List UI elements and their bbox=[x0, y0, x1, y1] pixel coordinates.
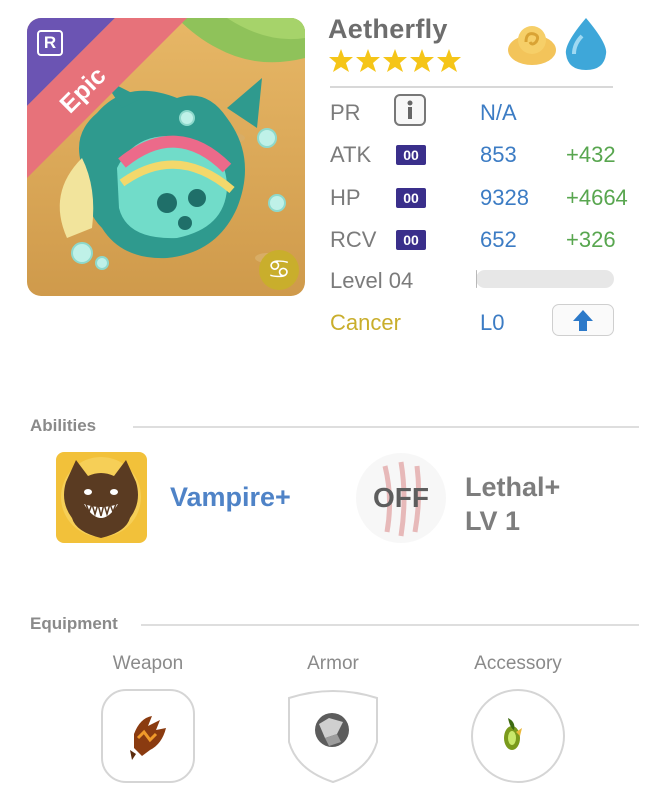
hp-base-value: 9328 bbox=[480, 185, 529, 210]
ability-level-line: LV 1 bbox=[465, 506, 521, 536]
hp-bonus-value: +4664 bbox=[566, 185, 628, 210]
water-element-icon bbox=[565, 18, 607, 70]
atk-bonus-value: +432 bbox=[566, 142, 616, 167]
equipment-title: Equipment bbox=[30, 614, 118, 633]
character-portrait[interactable]: R Epic ♋ bbox=[27, 18, 305, 296]
accessory-label: Accessory bbox=[474, 653, 562, 674]
rarity-badge: R bbox=[37, 30, 63, 56]
steel-orb-icon bbox=[315, 713, 349, 747]
info-icon[interactable] bbox=[394, 94, 426, 126]
pr-value: N/A bbox=[480, 100, 517, 125]
weapon-slot[interactable] bbox=[100, 688, 196, 784]
hp-plus-badge: 00 bbox=[396, 188, 426, 208]
rcv-base-value: 652 bbox=[480, 227, 517, 252]
weapon-label: Weapon bbox=[112, 653, 184, 674]
accessory-slot[interactable] bbox=[470, 688, 566, 784]
star-icon bbox=[410, 49, 434, 72]
arrow-up-icon bbox=[573, 310, 593, 331]
header-divider bbox=[330, 86, 613, 88]
skill-level-value: L0 bbox=[480, 310, 505, 335]
ability-name-lethal: Lethal+ LV 1 bbox=[465, 470, 560, 538]
cloud-element-icon bbox=[508, 26, 556, 65]
star-icon bbox=[437, 49, 461, 72]
ability-name[interactable]: Vampire+ bbox=[170, 482, 291, 513]
upgrade-button[interactable] bbox=[552, 304, 614, 336]
abilities-title: Abilities bbox=[30, 416, 97, 435]
rcv-label: RCV bbox=[330, 227, 377, 252]
star-rating bbox=[329, 49, 461, 72]
atk-plus-badge: 00 bbox=[396, 145, 426, 165]
star-icon bbox=[383, 49, 407, 72]
level-label: Level 04 bbox=[330, 268, 414, 293]
rcv-plus-badge: 00 bbox=[396, 230, 426, 250]
level-progress-fill bbox=[476, 270, 478, 288]
zodiac-cancer-icon: ♋ bbox=[259, 250, 299, 290]
character-artwork bbox=[27, 18, 305, 296]
armor-label: Armor bbox=[307, 653, 359, 674]
character-name: Aetherfly bbox=[328, 14, 448, 44]
level-progress-bar bbox=[476, 270, 614, 288]
ability-toggle-state[interactable]: OFF bbox=[355, 482, 447, 514]
abilities-divider bbox=[133, 426, 639, 428]
atk-label: ATK bbox=[330, 142, 372, 167]
hp-label: HP bbox=[330, 185, 361, 210]
pr-label: PR bbox=[330, 100, 361, 125]
star-icon bbox=[356, 49, 380, 72]
zodiac-label: Cancer bbox=[330, 310, 401, 335]
equipment-divider bbox=[141, 624, 639, 626]
star-icon bbox=[329, 49, 353, 72]
ability-name-line: Lethal+ bbox=[465, 472, 561, 502]
rcv-bonus-value: +326 bbox=[566, 227, 616, 252]
wolf-icon[interactable] bbox=[56, 452, 147, 543]
armor-slot[interactable] bbox=[285, 688, 381, 784]
atk-base-value: 853 bbox=[480, 142, 517, 167]
